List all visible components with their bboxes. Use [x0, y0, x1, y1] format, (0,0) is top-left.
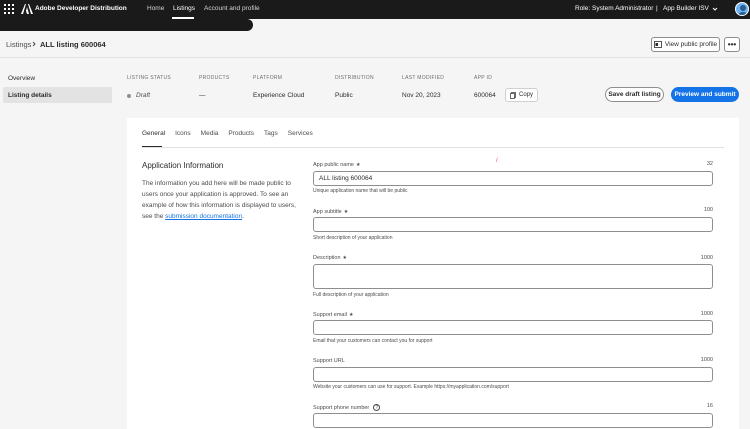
user-role: Role: System Administrator — [575, 5, 654, 12]
subtitle-label: App subtitle ★ — [313, 209, 348, 215]
required-icon: ★ — [343, 209, 349, 215]
distribution-value: Public — [335, 92, 353, 99]
description-char-count: 1000 — [700, 255, 713, 261]
adobe-logo-icon — [21, 4, 33, 14]
support-phone-char-count: 16 — [706, 403, 713, 409]
nav-home[interactable]: Home — [147, 5, 164, 12]
section-description: The information you add here will be mad… — [142, 178, 297, 222]
app-name-label-text: App public name — [313, 162, 354, 168]
support-url-help: Website your customers can use for suppo… — [313, 384, 509, 390]
description-help: Full description of your application — [313, 292, 389, 298]
section-description-end: . — [242, 213, 244, 220]
nav-listings[interactable]: Listings — [173, 5, 195, 12]
distribution-label: DISTRIBUTION — [335, 75, 374, 81]
app-name-char-count: 32 — [706, 161, 713, 167]
tab-general[interactable]: General — [142, 130, 165, 144]
subtitle-input[interactable] — [313, 217, 713, 232]
tab-products[interactable]: Products — [228, 130, 254, 144]
products-value: — — [199, 92, 206, 99]
chevron-down-icon[interactable] — [712, 6, 718, 12]
support-phone-label-text: Support phone number — [313, 404, 370, 411]
support-phone-label: Support phone number? — [313, 404, 381, 411]
appid-label: APP ID — [474, 75, 493, 81]
support-email-input[interactable] — [313, 320, 713, 335]
listing-form-card: General Icons Media Products Tags Servic… — [127, 118, 739, 429]
subtitle-label-text: App subtitle — [313, 209, 342, 215]
description-label-text: Description — [313, 255, 341, 261]
tab-media[interactable]: Media — [201, 130, 219, 144]
more-actions-button[interactable]: ••• — [724, 37, 740, 52]
support-url-char-count: 1000 — [700, 357, 713, 363]
platform-value: Experience Cloud — [253, 92, 305, 99]
page-header: Listings ALL listing 600064 View public … — [0, 31, 750, 58]
sidebar-item-listing-details[interactable]: Listing details — [3, 87, 112, 103]
support-email-label: Support email ★ — [313, 312, 353, 318]
copy-label: Copy — [518, 92, 533, 98]
required-icon: ★ — [355, 162, 361, 168]
app-name-label: App public name ★ — [313, 162, 360, 168]
nav-separator: | — [656, 5, 658, 12]
description-label: Description ★ — [313, 255, 347, 261]
app-name-help: Unique application name that will be pub… — [313, 188, 408, 194]
products-label: PRODUCTS — [199, 75, 230, 81]
status-dot-icon — [127, 94, 131, 98]
global-nav-bar: Adobe Developer Distribution Home Listin… — [0, 0, 750, 19]
chevron-right-icon — [32, 41, 36, 47]
status-badge: Draft — [136, 92, 151, 99]
support-url-input[interactable] — [313, 367, 713, 382]
tabs-divider — [142, 147, 724, 148]
app-name-input[interactable]: ALL listing 600064 — [313, 171, 713, 186]
support-email-char-count: 1000 — [700, 311, 713, 317]
sidebar: Overview Listing details — [3, 70, 112, 104]
copy-icon — [510, 91, 516, 99]
description-textarea[interactable] — [313, 264, 713, 289]
modified-label: LAST MODIFIED — [402, 75, 445, 81]
help-icon[interactable]: ? — [373, 404, 381, 411]
subtitle-help: Short description of your application — [313, 235, 393, 241]
tab-icons[interactable]: Icons — [175, 130, 191, 144]
modified-value: Nov 20, 2023 — [402, 92, 441, 99]
page-title: ALL listing 600064 — [40, 40, 106, 49]
support-phone-input[interactable] — [313, 413, 713, 428]
preview-submit-button[interactable]: Preview and submit — [671, 87, 739, 102]
platform-label: PLATFORM — [253, 75, 283, 81]
required-icon: ★ — [342, 255, 347, 261]
preview-icon — [653, 41, 662, 48]
status-label: LISTING STATUS — [127, 75, 172, 81]
view-public-profile-button[interactable]: View public profile — [651, 37, 720, 52]
org-switcher[interactable]: App Builder ISV — [663, 5, 709, 12]
tab-services[interactable]: Services — [288, 130, 313, 144]
redacted-bar — [0, 19, 253, 31]
view-public-profile-label: View public profile — [664, 41, 718, 48]
breadcrumb-listings[interactable]: Listings — [6, 40, 31, 49]
subtitle-char-count: 100 — [703, 207, 713, 213]
nav-account-profile[interactable]: Account and profile — [204, 5, 260, 12]
support-email-label-text: Support email — [313, 312, 347, 318]
copy-button[interactable]: Copy — [505, 88, 538, 102]
red-mark: / — [496, 158, 498, 164]
submission-docs-link[interactable]: submission documentation — [165, 213, 242, 220]
save-draft-button[interactable]: Save draft listing — [605, 87, 664, 102]
tab-tags[interactable]: Tags — [264, 130, 278, 144]
support-url-label: Support URL — [313, 358, 345, 364]
appid-value: 600064 — [474, 92, 496, 99]
sidebar-item-overview[interactable]: Overview — [3, 70, 112, 86]
brand-name: Adobe Developer Distribution — [35, 5, 127, 12]
app-switcher-icon[interactable] — [4, 4, 14, 14]
required-icon: ★ — [348, 312, 354, 318]
avatar[interactable] — [735, 2, 749, 16]
support-email-help: Email that your customers can contact yo… — [313, 338, 433, 344]
section-title: Application Information — [142, 161, 224, 170]
tab-list: General Icons Media Products Tags Servic… — [142, 130, 323, 144]
